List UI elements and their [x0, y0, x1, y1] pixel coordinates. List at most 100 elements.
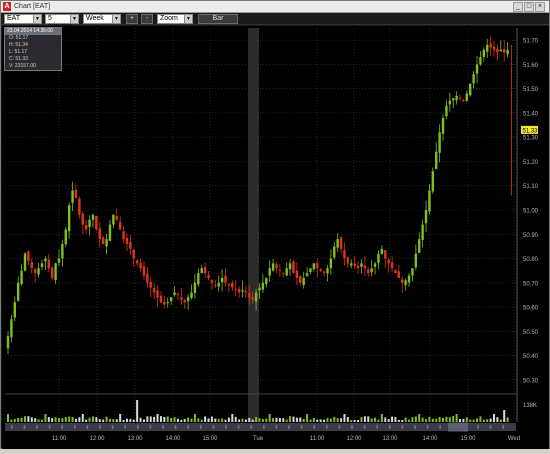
minimize-icon[interactable]: _ — [513, 2, 523, 12]
volume-bar — [88, 417, 91, 422]
candle-body — [503, 49, 506, 53]
y-tick-label: 51.40 — [523, 111, 539, 117]
timeline-tick — [250, 425, 252, 429]
candle-body — [431, 171, 435, 192]
symbol-select[interactable]: EAT ▼ — [4, 14, 42, 24]
y-tick-label: 51.50 — [523, 87, 539, 93]
timeline-cursor[interactable] — [448, 422, 468, 432]
y-tick-label: 50.30 — [523, 378, 539, 384]
candle-body — [67, 205, 71, 232]
timeline-tick — [326, 425, 328, 429]
chevron-down-icon[interactable]: ▼ — [112, 15, 120, 23]
volume-bar — [156, 414, 159, 422]
chart-type-button[interactable]: Bar — [198, 14, 238, 24]
candle-body — [88, 219, 91, 228]
volume-bar — [479, 416, 482, 422]
candle-body — [91, 214, 95, 220]
candle-body — [44, 258, 47, 262]
volume-bar — [51, 418, 54, 422]
ohlc-high: H: 51.34 — [9, 42, 28, 48]
volume-bar — [85, 419, 88, 422]
candle-body — [200, 268, 203, 274]
x-tick-label: 11:00 — [310, 436, 325, 442]
timeline-tick — [137, 425, 139, 429]
app-logo-icon: A — [3, 2, 11, 11]
candle-body — [217, 282, 220, 287]
price-chart[interactable]: 51.70 51.60 51.50 51.40 51.30 51.20 51.10 51.00… — [2, 26, 549, 449]
close-icon[interactable]: × — [535, 2, 545, 12]
volume-scale-label: 138K — [523, 403, 537, 409]
ohlc-low: L: 51.17 — [9, 49, 28, 55]
chevron-down-icon[interactable]: ▼ — [33, 15, 41, 23]
candle-body — [492, 46, 496, 50]
volume-bar — [268, 414, 271, 422]
zoom-out-button[interactable]: - — [141, 14, 153, 24]
candle-body — [428, 190, 431, 212]
zoom-in-button[interactable]: + — [126, 14, 138, 24]
candle-body — [101, 237, 105, 244]
candle-body — [125, 237, 129, 244]
timeline-tick — [502, 425, 504, 429]
volume-bar — [333, 416, 336, 422]
range-select[interactable]: Week ▼ — [83, 14, 121, 24]
symbol-value: EAT — [7, 15, 21, 22]
candle-body — [367, 269, 370, 274]
y-tick-label: 51.70 — [523, 39, 539, 45]
volume-bar — [258, 418, 261, 422]
volume-bar — [374, 417, 377, 422]
timeline-tick — [288, 425, 290, 429]
volume-bar — [129, 418, 132, 422]
timeline-tick — [149, 425, 152, 429]
candle-body — [407, 275, 411, 283]
candle-body — [27, 251, 30, 261]
volume-bar — [353, 419, 356, 422]
chevron-down-icon[interactable]: ▼ — [184, 15, 192, 23]
volume-bar — [149, 416, 152, 422]
candle-body — [441, 117, 445, 134]
chevron-down-icon[interactable]: ▼ — [70, 15, 78, 23]
candle-body — [135, 260, 139, 264]
y-tick-label: 50.40 — [523, 354, 539, 360]
volume-bar — [142, 419, 145, 422]
volume-bar — [30, 417, 33, 422]
volume-bar — [40, 419, 43, 422]
candle-body — [6, 336, 10, 349]
volume-bar — [61, 418, 64, 422]
x-tick-label: 13:00 — [127, 436, 143, 442]
candle-body — [438, 132, 441, 153]
timeline-tick — [351, 425, 353, 429]
candle-body — [387, 259, 390, 264]
candle-body — [237, 289, 241, 293]
candle-body — [231, 282, 234, 288]
volume-bar — [493, 414, 496, 422]
volume-bar — [200, 419, 203, 422]
zoom-select[interactable]: Zoom ▼ — [157, 14, 193, 24]
volume-bar — [319, 419, 322, 422]
volume-bar — [119, 414, 122, 422]
timeline-tick — [187, 425, 189, 429]
volume-bar — [431, 418, 434, 422]
timeline-strip[interactable] — [5, 423, 516, 431]
volume-bar — [173, 417, 176, 422]
volume-bar — [122, 419, 125, 422]
volume-bar — [282, 418, 285, 422]
candle-body — [346, 257, 350, 264]
volume-bar — [261, 419, 264, 422]
title-bar[interactable]: A Chart [EAT] _ □ × — [1, 1, 549, 13]
volume-bar — [506, 417, 509, 422]
chart-area[interactable]: 51.70 51.60 51.50 51.40 51.30 51.20 51.10 51.00… — [2, 26, 549, 449]
volume-bar — [316, 419, 319, 422]
timeline-tick — [11, 425, 13, 429]
volume-bar — [166, 416, 169, 422]
volume-bar — [115, 419, 118, 422]
volume-bar — [163, 416, 166, 422]
volume-bar — [462, 418, 465, 422]
candle-body — [149, 281, 152, 288]
volume-bar — [336, 418, 339, 422]
candle-body — [482, 49, 486, 57]
volume-bar — [20, 417, 23, 422]
maximize-icon[interactable]: □ — [524, 2, 534, 12]
candle-body — [302, 277, 305, 285]
interval-select[interactable]: 5 minutes ▼ — [45, 14, 79, 30]
volume-bar — [326, 418, 329, 422]
